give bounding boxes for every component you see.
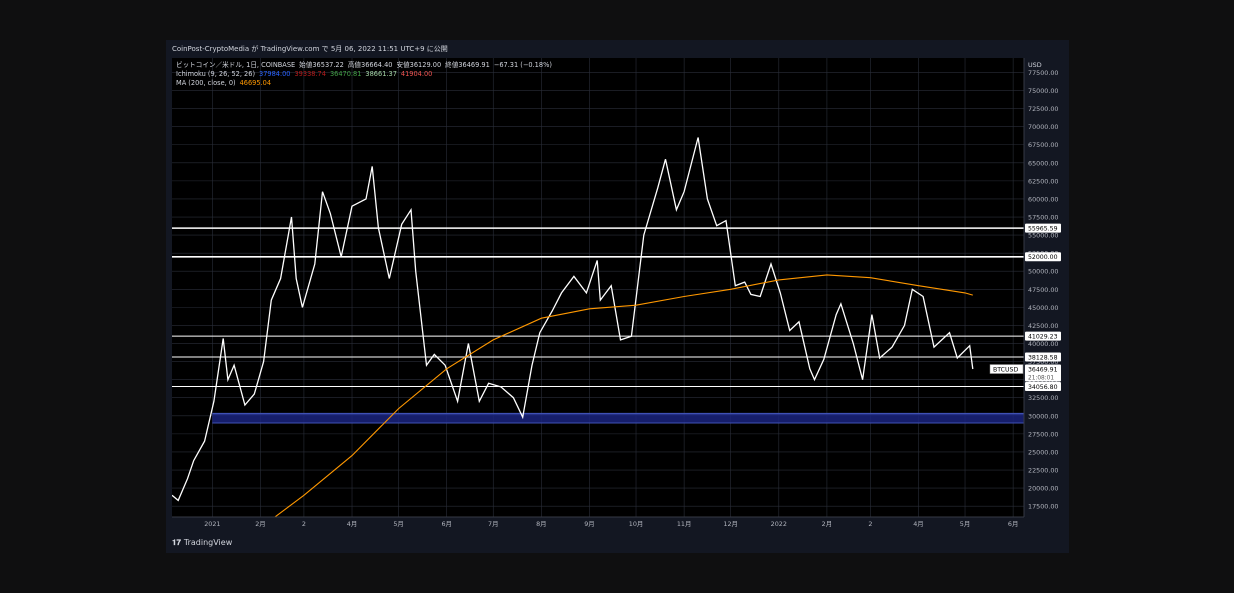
x-tick-label: 5月 bbox=[960, 520, 970, 528]
y-tick-label: 65000.00 bbox=[1028, 159, 1059, 167]
y-tick-label: 77500.00 bbox=[1028, 69, 1059, 77]
level-tag-text: 38128.58 bbox=[1028, 354, 1058, 361]
legend-ichimoku-value: 37984.00 bbox=[259, 70, 290, 78]
level-price-tag: 55965.59 bbox=[1025, 223, 1061, 233]
x-tick-label: 12月 bbox=[723, 520, 738, 528]
y-tick-label: 20000.00 bbox=[1028, 485, 1059, 493]
legend-ohlc-value: 終値36469.91 bbox=[445, 60, 490, 69]
x-tick-label: 2021 bbox=[204, 520, 220, 528]
footer-brand: TradingView bbox=[183, 538, 233, 547]
x-tick-label: 9月 bbox=[584, 520, 594, 528]
footer: 𝟏𝟕 TradingView bbox=[166, 533, 1069, 553]
legend-ichimoku-label: Ichimoku (9, 26, 52, 26) bbox=[176, 70, 255, 78]
y-tick-label: 17500.00 bbox=[1028, 503, 1059, 511]
symbol-tag-text: BTCUSD bbox=[993, 366, 1018, 373]
x-tick-label: 2022 bbox=[771, 520, 787, 528]
x-tick-label: 10月 bbox=[629, 520, 644, 528]
legend-ma-value: 46695.04 bbox=[240, 79, 271, 87]
level-tag-text: 55965.59 bbox=[1028, 225, 1058, 232]
x-tick-label: 11月 bbox=[677, 520, 692, 528]
y-axis: 17500.00 20000.00 22500.00 25000.00 27500.00… bbox=[1028, 61, 1059, 511]
legend-symbol: ビットコイン／米ドル, 1日, COINBASE bbox=[176, 60, 295, 69]
y-tick-label: 22500.00 bbox=[1028, 467, 1059, 475]
legend-ichimoku-value: 38661.37 bbox=[365, 70, 396, 78]
y-tick-label: 50000.00 bbox=[1028, 268, 1059, 276]
level-tag-text: 34056.80 bbox=[1028, 384, 1058, 391]
x-tick-label: 4月 bbox=[347, 520, 357, 528]
y-tick-label: 67500.00 bbox=[1028, 141, 1059, 149]
currency-label: USD bbox=[1028, 61, 1042, 69]
price-chart[interactable]: 17500.00 20000.00 22500.00 25000.00 27500.00… bbox=[166, 40, 1069, 553]
y-tick-label: 30000.00 bbox=[1028, 412, 1059, 420]
y-tick-label: 70000.00 bbox=[1028, 123, 1059, 131]
y-tick-label: 25000.00 bbox=[1028, 448, 1059, 456]
level-tag-text: 52000.00 bbox=[1028, 254, 1058, 261]
support-zone bbox=[212, 413, 1024, 424]
y-tick-label: 57500.00 bbox=[1028, 214, 1059, 222]
legend-change: −67.31 (−0.18%) bbox=[494, 61, 552, 69]
y-tick-label: 40000.00 bbox=[1028, 340, 1059, 348]
chart-snapshot-frame: CoinPost-CryptoMedia が TradingView.com で… bbox=[166, 40, 1069, 553]
y-tick-label: 72500.00 bbox=[1028, 105, 1059, 113]
y-tick-label: 55000.00 bbox=[1028, 232, 1059, 240]
y-tick-label: 45000.00 bbox=[1028, 304, 1059, 312]
level-price-tag: 38128.58 bbox=[1025, 352, 1061, 362]
legend-ohlc-value: 安値36129.00 bbox=[396, 60, 441, 69]
level-price-tag: 41029.23 bbox=[1025, 331, 1061, 341]
x-tick-label: 2 bbox=[868, 520, 872, 528]
level-price-tag: 34056.80 bbox=[1025, 381, 1061, 391]
legend-ichimoku-value: 39338.74 bbox=[294, 70, 325, 78]
x-tick-label: 2 bbox=[302, 520, 306, 528]
tradingview-logo-icon: 𝟏𝟕 bbox=[172, 538, 181, 547]
legend-ichimoku-value: 36470.81 bbox=[330, 70, 361, 78]
x-tick-label: 7月 bbox=[488, 520, 498, 528]
x-tick-label: 4月 bbox=[913, 520, 923, 528]
x-tick-label: 2月 bbox=[822, 520, 832, 528]
level-tag-text: 41029.23 bbox=[1028, 333, 1058, 340]
y-tick-label: 32500.00 bbox=[1028, 394, 1059, 402]
legend-ichimoku-value: 41904.00 bbox=[401, 70, 432, 78]
price-tag-countdown: 21:08:01 bbox=[1028, 376, 1054, 382]
y-tick-label: 75000.00 bbox=[1028, 87, 1059, 95]
y-tick-label: 62500.00 bbox=[1028, 177, 1059, 185]
x-tick-label: 6月 bbox=[441, 520, 451, 528]
y-tick-label: 60000.00 bbox=[1028, 195, 1059, 203]
x-tick-label: 8月 bbox=[536, 520, 546, 528]
x-tick-label: 5月 bbox=[393, 520, 403, 528]
x-tick-label: 2月 bbox=[255, 520, 265, 528]
price-tag-value: 36469.91 bbox=[1028, 366, 1058, 373]
y-tick-label: 47500.00 bbox=[1028, 286, 1059, 294]
legend-ohlc-value: 始値36537.22 bbox=[299, 60, 344, 69]
level-price-tag: 52000.00 bbox=[1025, 252, 1061, 262]
y-tick-label: 27500.00 bbox=[1028, 430, 1059, 438]
x-tick-label: 6月 bbox=[1008, 520, 1018, 528]
y-tick-label: 42500.00 bbox=[1028, 322, 1059, 330]
legend-ohlc-value: 高値36664.40 bbox=[348, 60, 393, 69]
x-axis: 2021 2月 2 4月 5月 6月 7月 8月 9月 10月 11月 12月 2022 2月 2 4月 5月 6… bbox=[172, 516, 1024, 528]
legend-ma-label: MA (200, close, 0) bbox=[176, 79, 236, 87]
